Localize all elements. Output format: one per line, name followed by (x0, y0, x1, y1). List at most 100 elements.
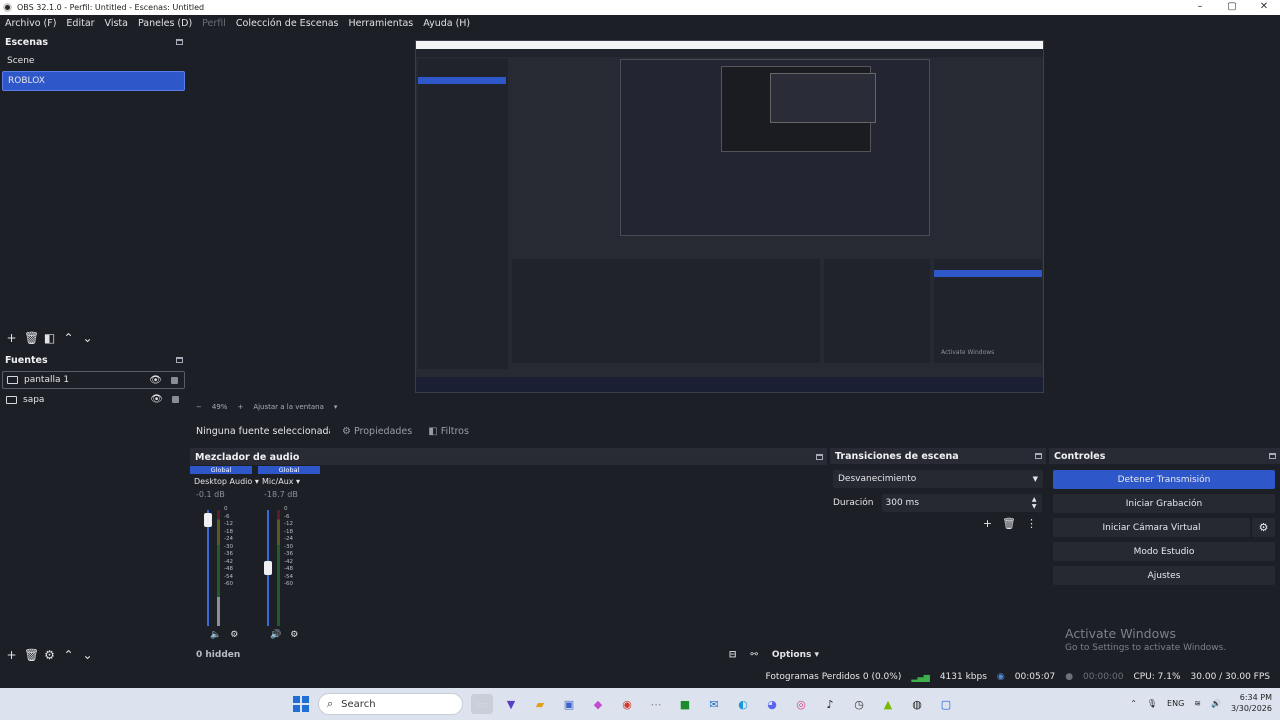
stop-streaming-button[interactable]: Detener Transmisión (1053, 470, 1275, 489)
transition-select[interactable]: Desvanecimiento ▼ (833, 470, 1043, 488)
chevron-up-icon[interactable]: ⌃ (62, 648, 75, 662)
trash-icon[interactable]: 🗑 (1002, 517, 1016, 530)
vpn-icon[interactable]: ▼ (500, 694, 522, 714)
menu-view[interactable]: Vista (100, 18, 133, 29)
menu-help[interactable]: Ayuda (H) (418, 18, 475, 29)
filter-icon[interactable]: ◧ (43, 331, 56, 345)
chevron-down-icon[interactable]: ⌄ (81, 331, 94, 345)
taskbar-search[interactable]: ⌕ Search (318, 693, 463, 715)
clock-app-icon[interactable]: ◷ (848, 694, 870, 714)
menu-file[interactable]: Archivo (F) (0, 18, 61, 29)
clock[interactable]: 6:34 PM 3/30/2026 (1231, 692, 1272, 714)
app-icon[interactable]: ⋯ (645, 694, 667, 714)
settings-icon[interactable]: ⚙ (290, 630, 298, 640)
menu-profile[interactable]: Perfil (197, 18, 231, 29)
dropped-frames: Fotogramas Perdidos 0 (0.0%) (765, 672, 902, 682)
xbox-icon[interactable]: ■ (674, 694, 696, 714)
add-icon[interactable]: + (5, 648, 18, 662)
gear-icon[interactable]: ⚙ (1252, 518, 1275, 537)
eye-icon[interactable]: 👁 (150, 394, 163, 405)
undock-icon[interactable] (1269, 453, 1276, 459)
wifi-icon[interactable]: ≋ (1194, 699, 1201, 708)
settings-button[interactable]: Ajustes (1053, 566, 1275, 585)
scene-item-scene[interactable]: Scene (2, 51, 185, 71)
more-icon[interactable]: ⋮ (1026, 517, 1037, 530)
scene-item-roblox[interactable]: ROBLOX (2, 71, 185, 91)
duration-spinbox[interactable]: 300 ms ▲ ▼ (881, 494, 1042, 512)
fader-knob[interactable] (264, 561, 272, 575)
zoom-out-icon[interactable]: − (196, 403, 202, 411)
properties-button[interactable]: ⚙ Propiedades (338, 421, 416, 441)
discord-icon[interactable]: ◕ (761, 694, 783, 714)
preview-area[interactable]: Activate Windows (190, 33, 1280, 399)
preview-canvas[interactable]: Activate Windows (415, 40, 1044, 393)
undock-icon[interactable] (1035, 453, 1042, 459)
windows-start-icon[interactable] (293, 696, 309, 712)
channel-name[interactable]: Desktop Audio ▾ (190, 477, 259, 486)
settings-icon[interactable]: ⚙ (230, 630, 238, 640)
edge-icon[interactable]: ◐ (732, 694, 754, 714)
source-label: pantalla 1 (24, 375, 70, 385)
trash-icon[interactable]: 🗑 (24, 648, 39, 662)
trash-icon[interactable]: 🗑 (24, 331, 39, 345)
eye-icon[interactable]: 👁 (149, 375, 162, 386)
gear-icon[interactable]: ⚙ (43, 648, 56, 662)
transitions-dock-title: Transiciones de escena (830, 448, 1046, 464)
outlook-icon[interactable]: ✉ (703, 694, 725, 714)
tiktok-icon[interactable]: ♪ (819, 694, 841, 714)
activate-subtitle: Go to Settings to activate Windows. (1065, 643, 1227, 653)
undock-icon[interactable] (176, 39, 183, 45)
chevron-down-icon[interactable]: ⌄ (81, 648, 94, 662)
hidden-count[interactable]: 0 hidden (196, 650, 240, 660)
lock-icon[interactable] (171, 377, 178, 384)
transitions-dock: Transiciones de escena Desvanecimiento ▼… (830, 448, 1046, 665)
spin-arrows-icon[interactable]: ▲ ▼ (1032, 496, 1037, 510)
studio-mode-button[interactable]: Modo Estudio (1053, 542, 1275, 561)
link-icon[interactable]: ⚯ (750, 650, 758, 660)
undock-icon[interactable] (176, 357, 183, 363)
undock-icon[interactable] (816, 454, 823, 460)
maximize-button[interactable]: ▢ (1216, 0, 1248, 15)
task-view-icon[interactable]: ▭ (471, 694, 493, 714)
chevron-up-icon[interactable]: ⌃ (62, 331, 75, 345)
app-blue-icon[interactable]: ▢ (935, 694, 957, 714)
volume-fader[interactable]: 0 -6 -12 -18 -24 -30 -36 -42 -48 -54 -60 (204, 506, 244, 628)
minimize-button[interactable]: – (1184, 0, 1216, 15)
volume-icon[interactable]: 🔊 (1211, 699, 1221, 708)
menu-edit[interactable]: Editar (61, 18, 99, 29)
filters-button[interactable]: ◧ Filtros (424, 421, 473, 441)
add-icon[interactable]: + (5, 331, 18, 345)
options-button[interactable]: Options ▾ (772, 650, 819, 660)
instagram-icon[interactable]: ◎ (790, 694, 812, 714)
muted-speaker-icon[interactable]: 🔈 (210, 630, 221, 640)
channel-name[interactable]: Mic/Aux ▾ (258, 477, 320, 486)
tray-chevron-icon[interactable]: ⌃ (1130, 699, 1137, 708)
obs-taskbar-icon[interactable]: ◍ (906, 694, 928, 714)
menu-docks[interactable]: Paneles (D) (133, 18, 197, 29)
fit-to-window[interactable]: Ajustar a la ventana (253, 403, 324, 411)
add-icon[interactable]: + (983, 517, 992, 530)
close-button[interactable]: ✕ (1248, 0, 1280, 15)
store-icon[interactable]: ▣ (558, 694, 580, 714)
speaker-icon[interactable]: 🔊 (270, 630, 281, 640)
file-explorer-icon[interactable]: ▰ (529, 694, 551, 714)
language[interactable]: ENG (1167, 699, 1184, 708)
chrome-icon[interactable]: ◉ (616, 694, 638, 714)
nvidia-icon[interactable]: ▲ (877, 694, 899, 714)
cpu-usage: CPU: 7.1% (1133, 672, 1181, 682)
menu-scene-collection[interactable]: Colección de Escenas (231, 18, 344, 29)
copilot-icon[interactable]: ◆ (587, 694, 609, 714)
start-recording-button[interactable]: Iniciar Grabación (1053, 494, 1275, 513)
source-item[interactable]: sapa 👁 (2, 391, 185, 409)
chevron-down-icon[interactable]: ▾ (334, 403, 338, 411)
scale-tick: -6 (284, 513, 290, 520)
volume-fader[interactable]: 0 -6 -12 -18 -24 -30 -36 -42 -48 -54 -60 (264, 506, 304, 628)
source-item[interactable]: pantalla 1 👁 (2, 371, 185, 389)
lock-icon[interactable] (172, 396, 179, 403)
fader-knob[interactable] (204, 513, 212, 528)
start-virtual-camera-button[interactable]: Iniciar Cámara Virtual (1053, 518, 1250, 537)
zoom-in-icon[interactable]: + (237, 403, 243, 411)
menu-tools[interactable]: Herramientas (344, 18, 419, 29)
microphone-icon[interactable]: 🎙 (1147, 699, 1157, 708)
layout-icon[interactable]: ⊟ (729, 650, 737, 660)
